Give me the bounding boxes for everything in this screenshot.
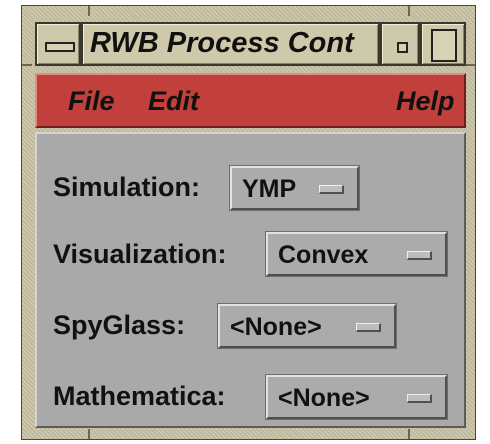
- option-menu-indicator-icon: [319, 185, 344, 194]
- window-frame[interactable]: RWB Process Cont File Edit Help Simulati…: [21, 5, 476, 440]
- menu-bar: File Edit Help: [35, 73, 466, 128]
- window-title-area[interactable]: RWB Process Cont: [81, 22, 380, 66]
- visualization-value: Convex: [278, 241, 369, 269]
- window-menu-button[interactable]: [35, 22, 81, 66]
- title-bar[interactable]: RWB Process Cont: [35, 22, 466, 66]
- frame-resize-mark: [408, 429, 410, 439]
- option-menu-indicator-icon: [407, 394, 432, 403]
- mathematica-option-menu[interactable]: <None>: [265, 374, 448, 420]
- spyglass-label: SpyGlass:: [53, 310, 186, 340]
- frame-resize-mark: [22, 64, 32, 66]
- spyglass-value: <None>: [230, 313, 322, 341]
- simulation-option-menu[interactable]: YMP: [229, 165, 360, 211]
- minimize-button[interactable]: [380, 22, 420, 66]
- frame-resize-mark: [408, 6, 410, 16]
- window-menu-icon: [45, 42, 75, 52]
- frame-resize-mark: [88, 6, 90, 16]
- mathematica-value: <None>: [278, 384, 370, 412]
- simulation-label: Simulation:: [53, 172, 200, 202]
- mathematica-label: Mathematica:: [53, 381, 226, 411]
- form-panel: Simulation: YMP Visualization: Convex Sp…: [35, 132, 466, 428]
- minimize-icon: [397, 42, 408, 53]
- spyglass-option-menu[interactable]: <None>: [217, 303, 397, 349]
- option-menu-indicator-icon: [407, 251, 432, 260]
- maximize-icon: [431, 29, 457, 62]
- frame-resize-mark: [465, 64, 475, 66]
- menu-help[interactable]: Help: [396, 86, 455, 117]
- frame-resize-mark: [88, 429, 90, 439]
- maximize-button[interactable]: [420, 22, 466, 66]
- menu-file[interactable]: File: [68, 86, 115, 117]
- option-menu-indicator-icon: [356, 323, 381, 332]
- window-title: RWB Process Cont: [90, 27, 354, 59]
- simulation-value: YMP: [242, 175, 297, 203]
- menu-edit[interactable]: Edit: [148, 86, 199, 117]
- visualization-label: Visualization:: [53, 239, 227, 269]
- visualization-option-menu[interactable]: Convex: [265, 231, 448, 277]
